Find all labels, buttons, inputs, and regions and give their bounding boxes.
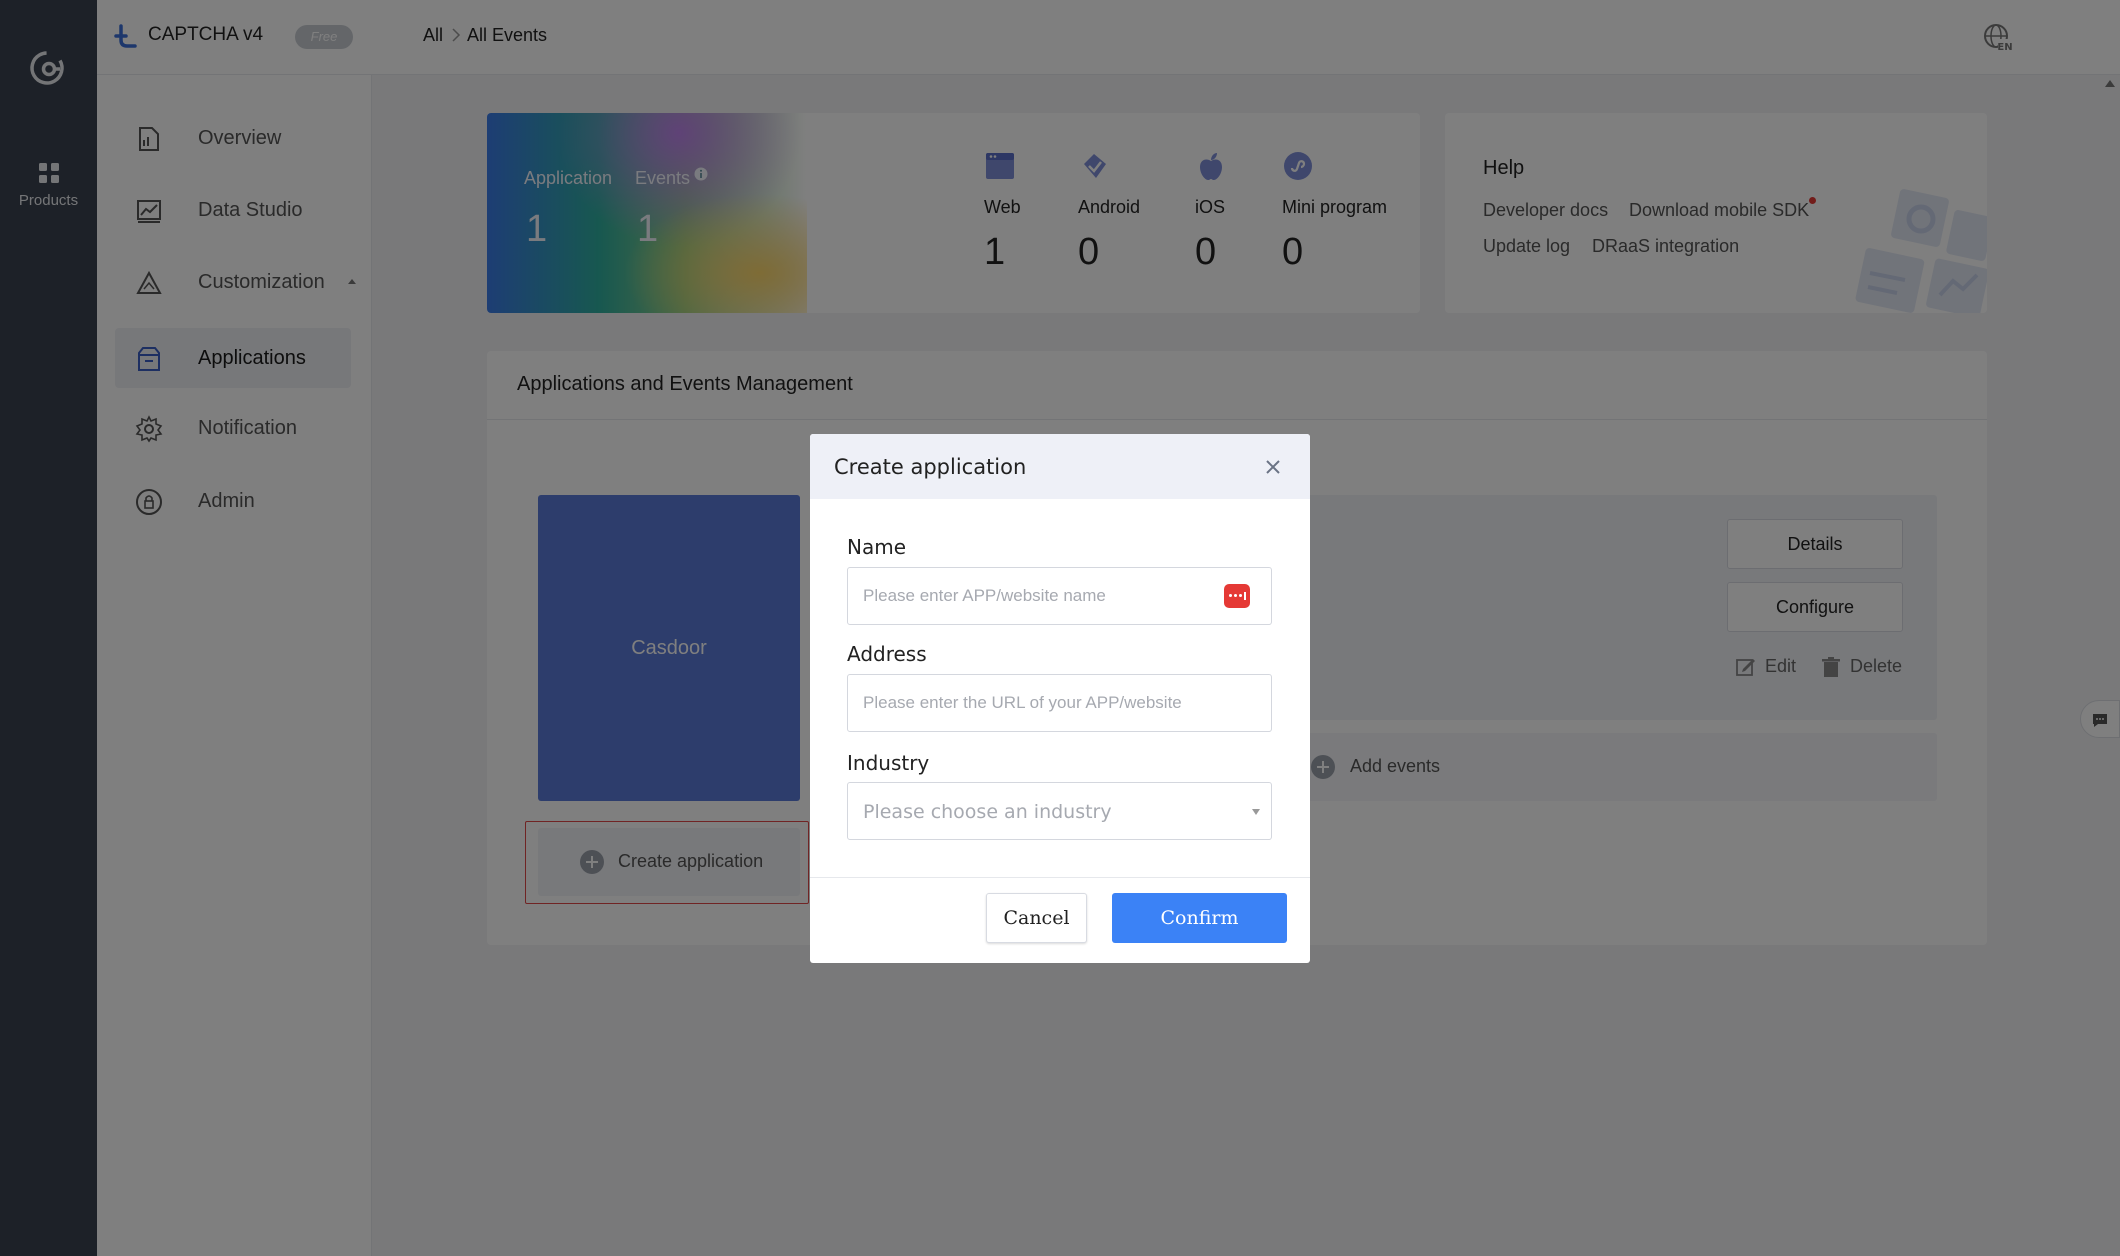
industry-select[interactable]: Please choose an industry	[847, 782, 1272, 840]
caret-down-icon	[1252, 809, 1260, 815]
modal-header: Create application	[810, 434, 1310, 499]
confirm-button[interactable]: Confirm	[1112, 893, 1287, 943]
divider	[810, 877, 1310, 878]
password-manager-icon[interactable]	[1224, 584, 1250, 608]
industry-select-placeholder: Please choose an industry	[863, 801, 1112, 823]
name-field-label: Name	[847, 535, 907, 559]
industry-field-label: Industry	[847, 751, 930, 775]
create-application-modal: Create application Name Address Industry…	[810, 434, 1310, 963]
modal-title: Create application	[834, 455, 1027, 479]
name-input[interactable]	[847, 567, 1272, 625]
cancel-button[interactable]: Cancel	[986, 893, 1087, 943]
address-input[interactable]	[847, 674, 1272, 732]
close-icon[interactable]	[1262, 456, 1284, 478]
address-field-label: Address	[847, 642, 927, 666]
